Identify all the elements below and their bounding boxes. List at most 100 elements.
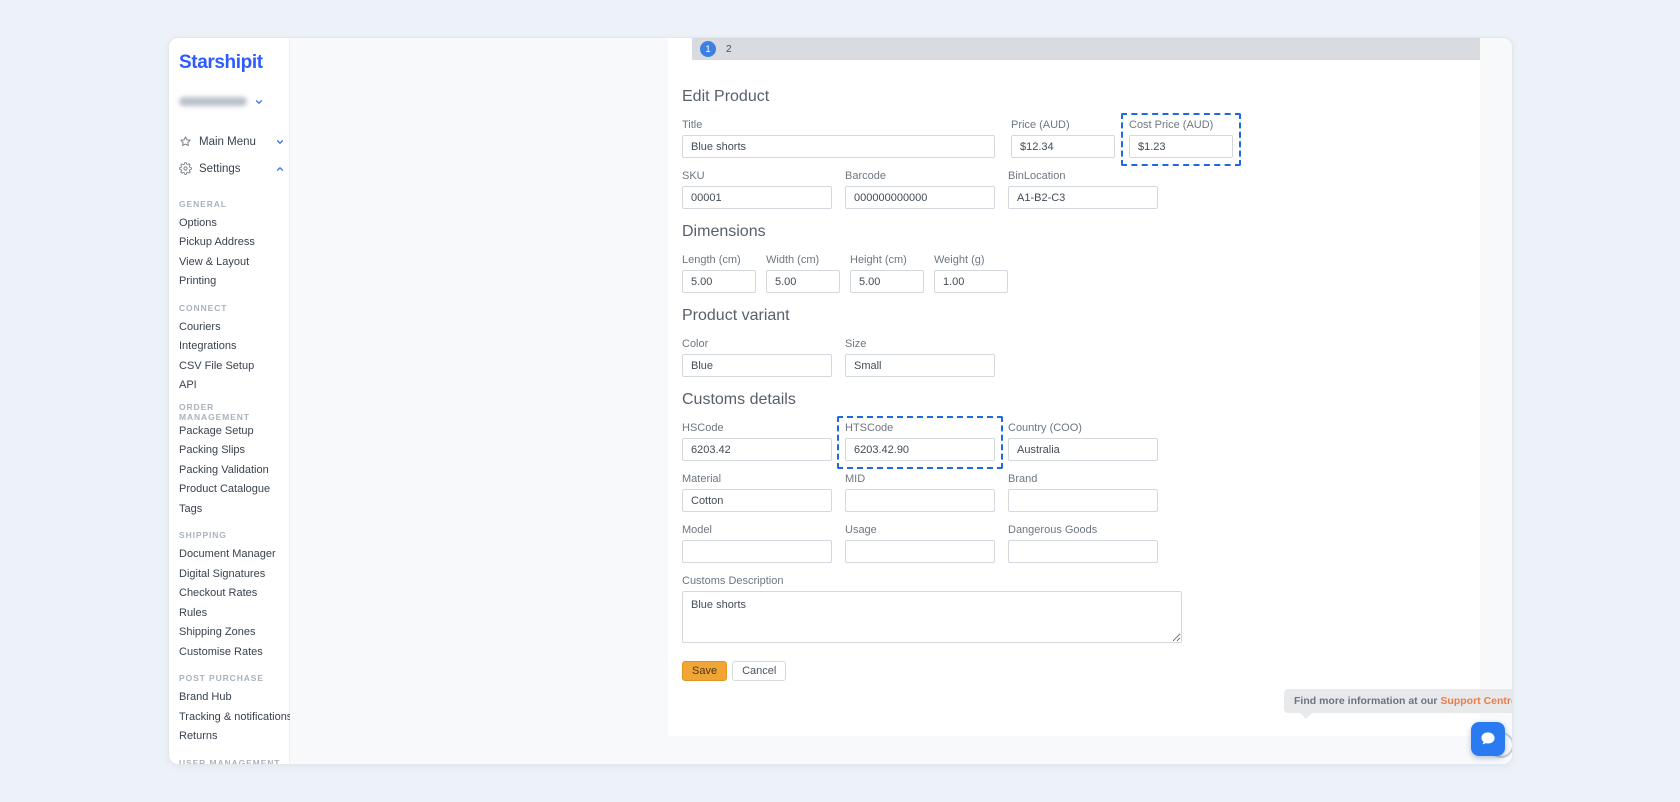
sidebar-item-tracking-notifications[interactable]: Tracking & notifications: [179, 707, 285, 727]
cancel-button[interactable]: Cancel: [732, 661, 786, 681]
height-input[interactable]: [850, 270, 924, 293]
sidebar-item-integrations[interactable]: Integrations: [179, 337, 285, 357]
edit-product-heading: Edit Product: [682, 88, 1456, 106]
width-input[interactable]: [766, 270, 840, 293]
sidebar-item-packing-slips[interactable]: Packing Slips: [179, 441, 285, 461]
chevron-down-icon: [275, 137, 285, 147]
height-label: Height (cm): [850, 254, 924, 266]
length-input[interactable]: [682, 270, 756, 293]
starshipit-settings-page: { "brand": { "logo": "Starshipit", "logo…: [0, 0, 1680, 802]
barcode-field: Barcode: [845, 170, 995, 209]
product-variant-heading: Product variant: [682, 307, 1456, 325]
support-centre-link[interactable]: Support Centre: [1440, 695, 1513, 707]
dangerous-goods-label: Dangerous Goods: [1008, 524, 1158, 536]
color-input[interactable]: [682, 354, 832, 377]
sidebar-item-couriers[interactable]: Couriers: [179, 317, 285, 337]
color-field: Color: [682, 338, 832, 377]
model-label: Model: [682, 524, 832, 536]
brand-input[interactable]: [1008, 489, 1158, 512]
sidebar-item-product-catalogue[interactable]: Product Catalogue: [179, 480, 285, 500]
mid-field: MID: [845, 473, 995, 512]
price-input[interactable]: [1011, 135, 1115, 158]
weight-input[interactable]: [934, 270, 1008, 293]
sidebar-item-printing[interactable]: Printing: [179, 272, 285, 292]
customs-description-field: Customs Description Blue shorts: [682, 575, 1182, 648]
sidebar-item-customise-rates[interactable]: Customise Rates: [179, 642, 285, 662]
hscode-label: HSCode: [682, 422, 832, 434]
dangerous-goods-field: Dangerous Goods: [1008, 524, 1158, 563]
price-field: Price (AUD): [1011, 119, 1115, 158]
main-menu-label: Main Menu: [199, 136, 268, 148]
dimensions-heading: Dimensions: [682, 223, 1456, 241]
mid-label: MID: [845, 473, 995, 485]
cost-price-input[interactable]: [1129, 135, 1233, 158]
sidebar-item-checkout-rates[interactable]: Checkout Rates: [179, 584, 285, 604]
bin-location-field: BinLocation: [1008, 170, 1158, 209]
sidebar-item-view-layout[interactable]: View & Layout: [179, 252, 285, 272]
sidebar-item-document-manager[interactable]: Document Manager: [179, 545, 285, 565]
starshipit-logo: Starshipit: [179, 52, 285, 74]
htscode-label: HTSCode: [845, 422, 995, 434]
usage-label: Usage: [845, 524, 995, 536]
country-label: Country (COO): [1008, 422, 1158, 434]
customs-details-heading: Customs details: [682, 391, 1456, 409]
step-1-indicator[interactable]: 1: [700, 41, 716, 57]
model-field: Model: [682, 524, 832, 563]
size-field: Size: [845, 338, 995, 377]
save-button[interactable]: Save: [682, 661, 727, 681]
sidebar-section-shipping: SHIPPING: [179, 526, 285, 545]
sidebar-item-package-setup[interactable]: Package Setup: [179, 421, 285, 441]
dangerous-goods-input[interactable]: [1008, 540, 1158, 563]
material-label: Material: [682, 473, 832, 485]
sidebar-item-packing-validation[interactable]: Packing Validation: [179, 460, 285, 480]
sidebar-item-api[interactable]: API: [179, 376, 285, 396]
step-2-indicator[interactable]: 2: [726, 44, 732, 55]
hscode-input[interactable]: [682, 438, 832, 461]
country-input[interactable]: [1008, 438, 1158, 461]
sku-label: SKU: [682, 170, 832, 182]
size-input[interactable]: [845, 354, 995, 377]
sku-input[interactable]: [682, 186, 832, 209]
htscode-input[interactable]: [845, 438, 995, 461]
brand-field: Brand: [1008, 473, 1158, 512]
cost-price-field-highlighted: Cost Price (AUD): [1129, 119, 1233, 158]
sku-field: SKU: [682, 170, 832, 209]
width-field: Width (cm): [766, 254, 840, 293]
weight-label: Weight (g): [934, 254, 1008, 266]
sidebar-item-shipping-zones[interactable]: Shipping Zones: [179, 623, 285, 643]
barcode-input[interactable]: [845, 186, 995, 209]
app-window: Starshipit Main Menu Settings: [168, 37, 1513, 765]
mid-input[interactable]: [845, 489, 995, 512]
length-field: Length (cm): [682, 254, 756, 293]
customs-description-label: Customs Description: [682, 575, 1182, 587]
sidebar-item-main-menu[interactable]: Main Menu: [179, 135, 285, 148]
model-input[interactable]: [682, 540, 832, 563]
sidebar-item-digital-signatures[interactable]: Digital Signatures: [179, 564, 285, 584]
sidebar-section-general: GENERAL: [179, 194, 285, 213]
barcode-label: Barcode: [845, 170, 995, 182]
color-label: Color: [682, 338, 832, 350]
length-label: Length (cm): [682, 254, 756, 266]
title-input[interactable]: [682, 135, 995, 158]
sidebar-item-settings[interactable]: Settings: [179, 162, 285, 175]
title-label: Title: [682, 119, 995, 131]
gear-icon: [179, 162, 192, 175]
sidebar-item-pickup-address[interactable]: Pickup Address: [179, 233, 285, 253]
edit-product-panel: 1 2 Edit Product Title Price (AUD) Cost …: [668, 38, 1480, 736]
chat-launcher-button[interactable]: [1471, 722, 1505, 756]
customs-description-textarea[interactable]: Blue shorts: [682, 591, 1182, 643]
sidebar-section-post-purchase: POST PURCHASE: [179, 669, 285, 688]
bin-location-input[interactable]: [1008, 186, 1158, 209]
sidebar-item-tags[interactable]: Tags: [179, 499, 285, 519]
sidebar-item-options[interactable]: Options: [179, 213, 285, 233]
account-selector[interactable]: [179, 94, 285, 109]
sidebar-item-csv-file-setup[interactable]: CSV File Setup: [179, 356, 285, 376]
star-icon: [179, 135, 192, 148]
usage-input[interactable]: [845, 540, 995, 563]
material-input[interactable]: [682, 489, 832, 512]
sidebar-item-rules[interactable]: Rules: [179, 603, 285, 623]
material-field: Material: [682, 473, 832, 512]
sidebar-item-brand-hub[interactable]: Brand Hub: [179, 688, 285, 708]
bin-location-label: BinLocation: [1008, 170, 1158, 182]
sidebar-item-returns[interactable]: Returns: [179, 727, 285, 747]
